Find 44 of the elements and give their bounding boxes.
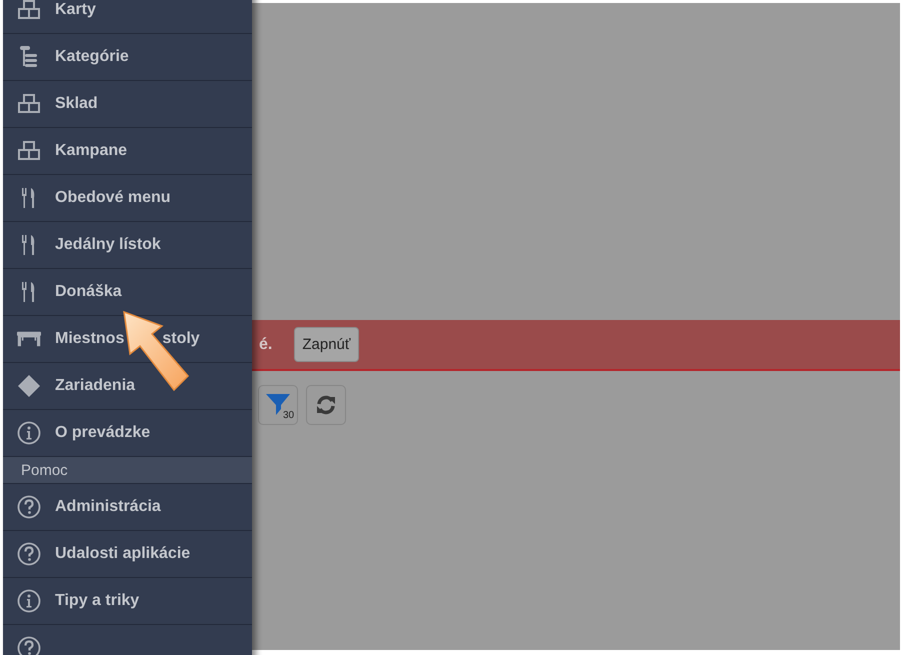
menu-label: Tipy a triky bbox=[55, 592, 140, 610]
menu-label: stoly bbox=[162, 330, 200, 348]
menu-item[interactable]: Jedálny lístok bbox=[3, 222, 252, 269]
menu-label: Jedálny lístok bbox=[55, 236, 161, 254]
menu-item[interactable]: Kategórie bbox=[3, 34, 252, 81]
menu-item[interactable]: Obedové menu bbox=[3, 175, 252, 222]
menu-label: Karty bbox=[55, 1, 96, 19]
cutlery-icon bbox=[22, 282, 36, 302]
menu-label: Kategórie bbox=[55, 48, 129, 66]
cutlery-icon bbox=[22, 235, 36, 255]
enable-button[interactable]: Zapnúť bbox=[294, 327, 359, 362]
menu-label: Zariadenia bbox=[55, 377, 136, 395]
help-icon bbox=[17, 636, 41, 655]
menu-item[interactable]: Udalosti aplikácie bbox=[3, 531, 252, 578]
filter-count: 30 bbox=[283, 411, 294, 421]
info-icon bbox=[17, 421, 41, 445]
menu-label: Miestnos bbox=[55, 330, 124, 348]
boxes-icon bbox=[18, 94, 40, 114]
menu-item[interactable]: Administrácia bbox=[3, 484, 252, 531]
menu-label: Administrácia bbox=[55, 498, 161, 516]
menu-label: Kampane bbox=[55, 142, 128, 160]
menu-item[interactable]: Karty bbox=[3, 0, 252, 34]
menu-label: O prevádzke bbox=[55, 424, 150, 442]
refresh-icon bbox=[315, 394, 337, 416]
menu-label: Obedové menu bbox=[55, 189, 171, 207]
menu-label: Sklad bbox=[55, 95, 98, 113]
boxes-icon bbox=[18, 141, 40, 161]
menu-label: Donáška bbox=[55, 283, 122, 301]
cutlery-icon bbox=[22, 188, 36, 208]
menu-item[interactable]: Tipy a triky bbox=[3, 578, 252, 625]
tree-icon bbox=[20, 46, 38, 68]
menu-item[interactable]: Sklad bbox=[3, 81, 252, 128]
table-icon bbox=[17, 330, 41, 348]
refresh-button[interactable] bbox=[306, 385, 346, 425]
menu-item[interactable]: Kampane bbox=[3, 128, 252, 175]
filter-button[interactable]: 30 bbox=[258, 385, 298, 425]
banner-text: é. bbox=[259, 336, 272, 354]
info-icon bbox=[17, 589, 41, 613]
section-header: Pomoc bbox=[21, 462, 68, 478]
menu-label: Udalosti aplikácie bbox=[55, 545, 190, 563]
help-icon bbox=[17, 495, 41, 519]
help-icon bbox=[17, 542, 41, 566]
boxes-icon bbox=[18, 0, 40, 20]
diamond-icon bbox=[17, 374, 41, 398]
